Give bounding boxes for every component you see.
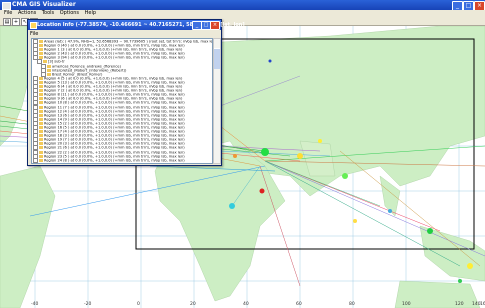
point xyxy=(268,59,272,63)
location-info-dialog[interactable]: Location Info (-77.38574, -10.466691 ~ 4… xyxy=(27,19,245,166)
scrollbar-thumb[interactable] xyxy=(214,48,220,69)
dialog-close-button[interactable]: × xyxy=(210,21,220,30)
app-icon xyxy=(2,2,11,10)
point xyxy=(259,188,265,194)
expand-toggle-icon[interactable] xyxy=(33,161,38,163)
tree-scrollbar[interactable] xyxy=(213,38,221,164)
longitude-label: 100 xyxy=(402,301,411,307)
longitude-label: 0 xyxy=(137,301,140,307)
longitude-label: 20 xyxy=(190,301,196,307)
menu-tools[interactable]: Tools xyxy=(42,10,54,17)
tree-row-label: Region 25 (1 ) at 0.0 (0.0%, +1.0,0.0) (… xyxy=(44,162,185,163)
add-icon[interactable]: + xyxy=(12,18,20,26)
point xyxy=(353,219,357,223)
app-title-bar: CMA GIS Visualizer _ □ × xyxy=(0,0,485,11)
point xyxy=(233,154,237,158)
folder-icon xyxy=(39,146,43,150)
point xyxy=(467,263,473,269)
point xyxy=(318,139,322,143)
menu-help[interactable]: Help xyxy=(85,10,96,17)
longitude-label: 120 xyxy=(455,301,464,307)
menu-bar: File Actions Tools Options Help xyxy=(0,10,485,17)
dialog-title-bar[interactable]: Location Info (-77.38574, -10.466691 ~ 4… xyxy=(28,20,245,30)
point xyxy=(297,153,303,159)
point xyxy=(229,203,235,209)
folder-icon xyxy=(39,101,43,105)
app-title: CMA GIS Visualizer xyxy=(12,1,76,8)
point-large xyxy=(261,148,269,156)
folder-icon xyxy=(39,162,43,163)
longitude-label: 80 xyxy=(349,301,355,307)
menu-options[interactable]: Options xyxy=(60,10,79,17)
point xyxy=(427,228,433,234)
point xyxy=(388,209,392,213)
point xyxy=(342,173,348,179)
longitude-label: -20 xyxy=(84,301,91,307)
open-icon[interactable]: ▤ xyxy=(3,18,11,26)
tree-row-label: Region 3 (94 ) at 0.0 (0.0%, +1.0,0.0) (… xyxy=(44,55,185,60)
longitude-label: 160 xyxy=(480,301,485,307)
tree-row[interactable]: Region 25 (1 ) at 0.0 (0.0%, +1.0,0.0) (… xyxy=(32,161,212,163)
menu-actions[interactable]: Actions xyxy=(18,10,36,17)
dialog-menu-file[interactable]: File xyxy=(30,31,38,37)
longitude-label: -40 xyxy=(31,301,38,307)
dialog-app-icon xyxy=(30,22,37,29)
point xyxy=(458,279,462,283)
menu-file[interactable]: File xyxy=(4,10,12,17)
location-tree[interactable]: Areas (lat): ( 47.9%, NHS=1, 52.6568393 … xyxy=(31,38,213,164)
longitude-label: 40 xyxy=(243,301,249,307)
longitude-label: 60 xyxy=(296,301,302,307)
